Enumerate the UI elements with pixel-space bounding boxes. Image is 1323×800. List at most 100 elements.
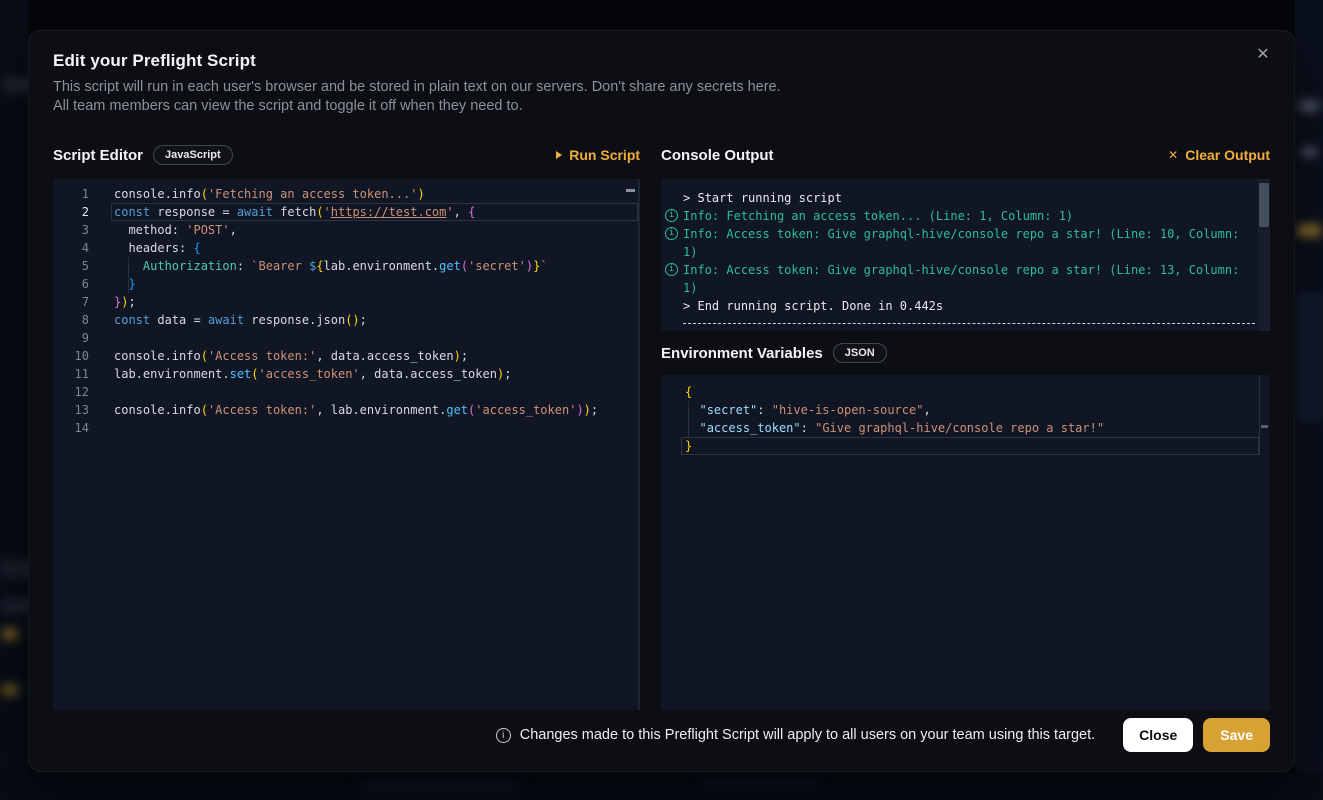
env-code-line[interactable]: } <box>661 437 1270 455</box>
console-line: iInfo: Access token: Give graphql-hive/c… <box>665 261 1255 297</box>
backdrop-blur-shape <box>700 778 820 790</box>
line-number: 8 <box>53 311 89 329</box>
code-token: { <box>468 205 475 219</box>
backdrop-left-strip <box>0 0 28 800</box>
editor-code-line[interactable]: 14 <box>53 419 638 437</box>
editor-code-line[interactable]: 8const data = await response.json(); <box>53 311 638 329</box>
code-token: ' <box>446 205 453 219</box>
editor-code-line[interactable]: 5 Authorization: `Bearer ${lab.environme… <box>53 257 638 275</box>
line-number: 1 <box>53 185 89 203</box>
backdrop-blur-shape <box>1301 147 1317 157</box>
code-token: { <box>193 241 200 255</box>
env-overview-marker <box>1261 425 1268 428</box>
play-icon <box>556 151 562 159</box>
editor-code-line[interactable]: 9 <box>53 329 638 347</box>
info-icon: i <box>665 209 678 222</box>
code-token: 'POST' <box>186 223 229 237</box>
line-number: 5 <box>53 257 89 275</box>
save-button[interactable]: Save <box>1203 718 1270 752</box>
code-token: data.access_token <box>331 349 454 363</box>
code-token: 'access_token' <box>475 403 576 417</box>
script-editor-heading: Script Editor <box>53 147 143 164</box>
code-token: console.info <box>114 187 201 201</box>
code-content: console.info('Access token:', lab.enviro… <box>114 401 598 419</box>
editor-code-line[interactable]: 10console.info('Access token:', data.acc… <box>53 347 638 365</box>
spacer <box>665 191 678 204</box>
console-line-text: Info: Fetching an access token... (Line:… <box>683 207 1255 225</box>
console-line-text: Info: Access token: Give graphql-hive/co… <box>683 261 1255 297</box>
close-button[interactable]: Close <box>1123 718 1193 752</box>
editor-code-line[interactable]: 4 headers: { <box>53 239 638 257</box>
console-line: > End running script. Done in 0.442s <box>665 297 1255 315</box>
code-token: 'secret' <box>468 259 526 273</box>
code-token: console.info <box>114 403 201 417</box>
code-token: , <box>230 223 237 237</box>
code-token: "Give graphql-hive/console repo a star!" <box>815 421 1104 435</box>
code-token: https://test.com <box>331 205 447 219</box>
editor-code-line[interactable]: 11lab.environment.set('access_token', da… <box>53 365 638 383</box>
modal-description-line-2: All team members can view the script and… <box>53 97 1270 116</box>
modal-title: Edit your Preflight Script <box>53 51 1270 71</box>
environment-variables-editor[interactable]: { "secret": "hive-is-open-source", "acce… <box>661 375 1270 710</box>
footer-note-text: Changes made to this Preflight Script wi… <box>520 727 1095 743</box>
indent-guide <box>128 257 129 293</box>
editor-code-line[interactable]: 13 console.info('Access token:', lab.envi… <box>53 401 638 419</box>
run-script-button[interactable]: Run Script <box>556 147 640 163</box>
clear-output-button[interactable]: ✕ Clear Output <box>1168 147 1270 163</box>
code-token: 'Access token:' <box>208 403 316 417</box>
code-token: data = <box>150 313 208 327</box>
code-token: } <box>685 439 692 453</box>
code-token: () <box>345 313 359 327</box>
code-token: console.info <box>114 349 201 363</box>
code-token: ) <box>454 349 461 363</box>
code-token: method: <box>114 223 186 237</box>
editor-code-line[interactable]: 3 method: 'POST', <box>53 221 638 239</box>
console-line: iInfo: Access token: Give graphql-hive/c… <box>665 225 1255 261</box>
line-number: 3 <box>53 221 89 239</box>
code-token: , <box>454 205 468 219</box>
editor-code-line[interactable]: 1console.info('Fetching an access token.… <box>53 185 638 203</box>
code-token: get <box>439 259 461 273</box>
modal-description-line-1: This script will run in each user's brow… <box>53 78 1270 97</box>
code-token: ' <box>324 205 331 219</box>
run-script-label: Run Script <box>569 147 640 163</box>
editor-code-line[interactable]: 2const response = await fetch('https://t… <box>53 203 638 221</box>
code-token: ` <box>540 259 547 273</box>
environment-variables-heading: Environment Variables <box>661 345 823 362</box>
code-token: ; <box>128 295 135 309</box>
code-token: Authorization <box>143 259 237 273</box>
indent-guide <box>688 401 689 437</box>
line-number: 10 <box>53 347 89 365</box>
code-token: data.access_token <box>374 367 497 381</box>
env-code-line[interactable]: { <box>661 383 1270 401</box>
modal-description: This script will run in each user's brow… <box>53 78 1270 116</box>
backdrop-blur-shape <box>2 684 18 696</box>
backdrop-bottom-strip <box>0 772 1323 800</box>
console-line-text: > Start running script <box>683 189 1255 207</box>
code-token: ; <box>461 349 468 363</box>
console-scrollbar-thumb[interactable] <box>1259 183 1269 227</box>
code-token: : <box>801 421 815 435</box>
editor-code-line[interactable]: 7}); <box>53 293 638 311</box>
close-icon[interactable]: ✕ <box>1254 45 1272 63</box>
line-number: 7 <box>53 293 89 311</box>
env-code-line[interactable]: "access_token": "Give graphql-hive/conso… <box>661 419 1270 437</box>
code-token: "access_token" <box>699 421 800 435</box>
code-token: ; <box>591 403 598 417</box>
code-token: , <box>316 349 330 363</box>
code-content: const response = await fetch('https://te… <box>114 203 475 221</box>
code-token: , <box>923 403 930 417</box>
code-token: ( <box>316 205 323 219</box>
editor-code-line[interactable]: 12 <box>53 383 638 401</box>
env-code-line[interactable]: "secret": "hive-is-open-source", <box>661 401 1270 419</box>
script-editor[interactable]: 1console.info('Fetching an access token.… <box>53 179 640 710</box>
code-token: set <box>230 367 252 381</box>
code-token: ) <box>584 403 591 417</box>
code-token: , <box>316 403 330 417</box>
code-content: headers: { <box>114 239 201 257</box>
line-number: 13 <box>53 401 89 419</box>
code-content: } <box>114 275 136 293</box>
info-icon: i <box>665 227 678 240</box>
format-badge: JSON <box>833 343 887 363</box>
editor-code-line[interactable]: 6 } <box>53 275 638 293</box>
